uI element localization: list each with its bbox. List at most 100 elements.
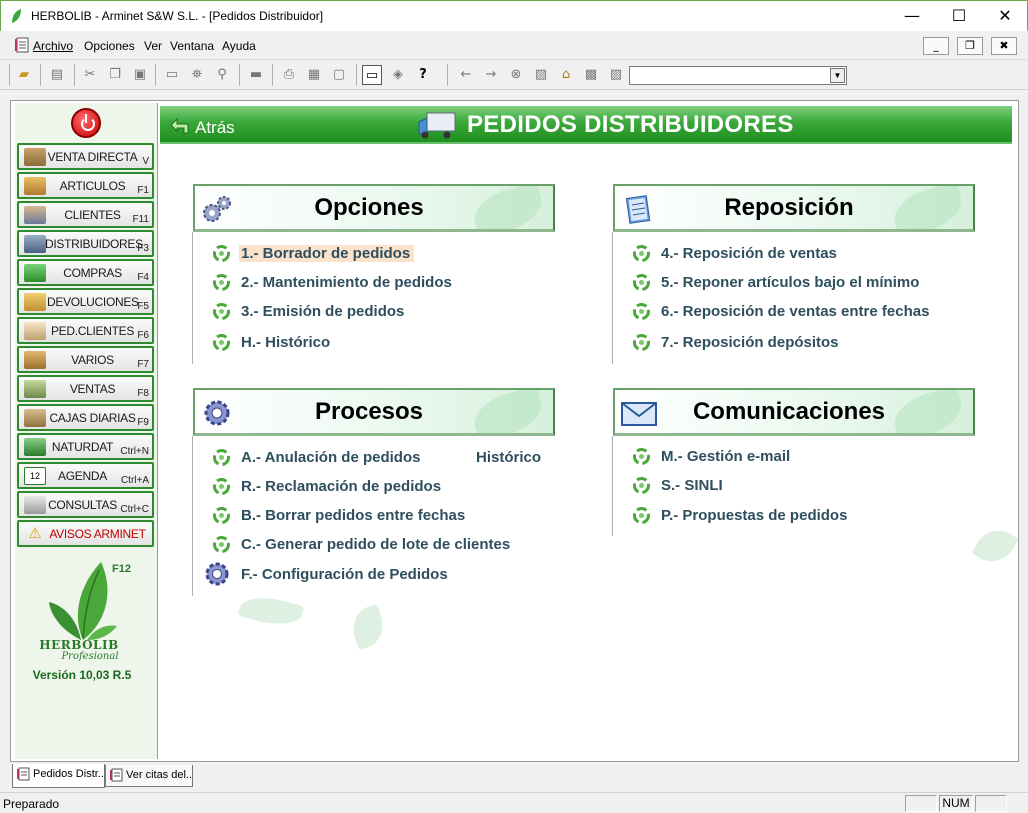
sidebar-item-naturdat[interactable]: NATURDAT Ctrl+N [17, 433, 154, 460]
back-arrow-icon[interactable] [170, 116, 190, 134]
go-icon[interactable]: ▨ [606, 65, 626, 85]
status-bar: Preparado NUM [0, 792, 1028, 813]
brand-name: HERBOLIB [39, 638, 119, 652]
help-icon[interactable]: ? [413, 65, 433, 85]
sidebar-item-compras[interactable]: COMPRAS F4 [17, 259, 154, 286]
sidebar-item-key: F5 [137, 301, 149, 312]
refresh-icon[interactable]: ▧ [531, 65, 551, 85]
tab-pedidos-distribuidor[interactable]: Pedidos Distr... [12, 764, 105, 788]
toolbar-grip [9, 64, 10, 86]
cut-icon[interactable]: ✂ [80, 65, 100, 85]
forward-arrow-icon[interactable]: → [481, 65, 501, 85]
sidebar-item-varios[interactable]: VARIOS F7 [17, 346, 154, 373]
green-swirl-icon [213, 245, 230, 262]
menu-bar: Archivo Opciones Ver Ventana Ayuda _ ❐ ✖ [0, 31, 1028, 60]
box-icon [24, 351, 46, 369]
home-icon[interactable]: ⌂ [556, 65, 576, 85]
tab-label: Ver citas del... [126, 769, 193, 781]
sidebar-item-label: VENTAS [69, 382, 116, 396]
print-preview-icon[interactable]: ▦ [304, 65, 324, 85]
herbolib-leaf-icon [12, 9, 21, 23]
queries-icon [24, 496, 46, 514]
sidebar-item-label: VENTA DIRECTA [47, 150, 138, 164]
maximize-button[interactable]: ☐ [936, 1, 982, 31]
sidebar-item-key: F9 [137, 417, 149, 428]
toolbar-separator [155, 64, 156, 86]
sidebar-item-label: CAJAS DIARIAS [49, 411, 136, 425]
sales-icon [24, 380, 46, 398]
sidebar-item-avisos-arminet[interactable]: ⚠ AVISOS ARMINET [17, 520, 154, 547]
sidebar-item-label: AVISOS ARMINET [49, 527, 146, 541]
page-setup-icon[interactable]: ▢ [329, 65, 349, 85]
paste-icon[interactable]: ▣ [130, 65, 150, 85]
sidebar-item-ped-clientes[interactable]: PED.CLIENTES F6 [17, 317, 154, 344]
section-reposicion: Reposición 4.- Reposición de ventas 5.- … [612, 184, 977, 364]
articles-icon [24, 177, 46, 195]
menu-archivo[interactable]: Archivo [33, 39, 73, 53]
option-label: B.- Borrar pedidos entre fechas [241, 507, 466, 524]
binoculars-icon[interactable]: ⛯ [187, 65, 207, 85]
sidebar-item-articulos[interactable]: ARTICULOS F1 [17, 172, 154, 199]
ruler-icon[interactable]: ▬ [246, 65, 266, 85]
print-icon[interactable]: ⎙ [279, 65, 299, 85]
zoom-icon[interactable]: ⚲ [212, 65, 232, 85]
minimize-button[interactable]: — [889, 1, 935, 31]
stop-icon[interactable]: ⊗ [506, 65, 526, 85]
mdi-close-button[interactable]: ✖ [991, 37, 1017, 55]
historico-link[interactable]: Histórico [476, 449, 541, 466]
option-label: 7.- Reposición depósitos [661, 334, 839, 351]
window-icon[interactable]: ▭ [162, 65, 182, 85]
sidebar-item-consultas[interactable]: CONSULTAS Ctrl+C [17, 491, 154, 518]
screen-icon[interactable]: ▭ [362, 65, 382, 85]
section-header: Comunicaciones [613, 388, 975, 436]
tab-ver-citas[interactable]: Ver citas del... [105, 765, 193, 787]
sidebar-item-label: COMPRAS [63, 266, 122, 280]
sidebar-item-distribuidores[interactable]: DISTRIBUIDORES F3 [17, 230, 154, 257]
returns-icon [24, 293, 46, 311]
option-label: P.- Propuestas de pedidos [661, 507, 848, 524]
power-button-icon[interactable] [71, 108, 101, 138]
option-label: R.- Reclamación de pedidos [241, 478, 442, 495]
page-title: PEDIDOS DISTRIBUIDORES [467, 111, 794, 138]
address-combo[interactable]: ▼ [629, 66, 847, 85]
open-folder-icon[interactable]: ▰ [14, 65, 34, 85]
sidebar-item-venta-directa[interactable]: VENTA DIRECTA V [17, 143, 154, 170]
menu-ventana[interactable]: Ventana [170, 39, 214, 53]
back-arrow-icon[interactable]: ← [456, 65, 476, 85]
sidebar-item-key: F8 [137, 388, 149, 399]
menu-ver[interactable]: Ver [144, 39, 162, 53]
mdi-restore-button[interactable]: ❐ [957, 37, 983, 55]
version-label: Versión 10,03 R.5 [32, 668, 132, 682]
sidebar-item-agenda[interactable]: 12 AGENDA Ctrl+A [17, 462, 154, 489]
back-button[interactable]: Atrás [195, 118, 235, 138]
herbolib-logo[interactable] [43, 558, 119, 644]
properties-icon[interactable]: ▤ [47, 65, 67, 85]
green-swirl-icon [633, 507, 650, 524]
sidebar-item-cajas-diarias[interactable]: CAJAS DIARIAS F9 [17, 404, 154, 431]
section-comunicaciones: Comunicaciones M.- Gestión e-mail S.- SI… [612, 388, 977, 548]
section-header: Opciones [193, 184, 555, 232]
copy-icon[interactable]: ❐ [105, 65, 125, 85]
section-title: Reposición [724, 194, 854, 221]
document-icon [110, 768, 123, 782]
page-header: Atrás PEDIDOS DISTRIBUIDORES [160, 106, 1012, 144]
sidebar-item-clientes[interactable]: CLIENTES F11 [17, 201, 154, 228]
eraser-icon[interactable]: ◈ [388, 65, 408, 85]
section-divider [192, 232, 193, 364]
sidebar-item-key: F3 [137, 243, 149, 254]
section-title: Opciones [314, 194, 424, 221]
sidebar-item-ventas[interactable]: VENTAS F8 [17, 375, 154, 402]
sidebar-item-label: VARIOS [71, 353, 114, 367]
sidebar-item-key: F1 [137, 185, 149, 196]
sidebar-item-key: Ctrl+C [120, 504, 149, 515]
sidebar-item-devoluciones[interactable]: DEVOLUCIONES F5 [17, 288, 154, 315]
document-icon [17, 767, 30, 781]
green-swirl-icon [633, 303, 650, 320]
menu-ayuda[interactable]: Ayuda [222, 39, 256, 53]
search-web-icon[interactable]: ▩ [581, 65, 601, 85]
close-button[interactable]: ✕ [982, 1, 1028, 31]
chevron-down-icon[interactable]: ▼ [830, 68, 845, 83]
sidebar-item-key: F6 [137, 330, 149, 341]
mdi-minimize-button[interactable]: _ [923, 37, 949, 55]
menu-opciones[interactable]: Opciones [84, 39, 135, 53]
